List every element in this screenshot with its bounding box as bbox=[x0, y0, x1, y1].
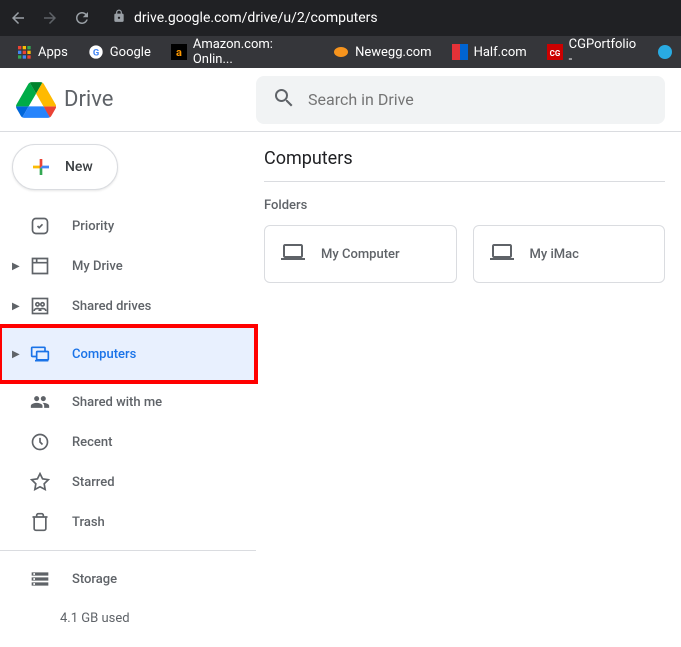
apps-icon bbox=[16, 44, 32, 60]
bookmark-label: Apps bbox=[38, 45, 68, 60]
sidebar-item-label: Recent bbox=[72, 435, 112, 450]
laptop-icon bbox=[490, 240, 514, 268]
search-icon bbox=[272, 86, 296, 114]
svg-text:G: G bbox=[93, 47, 99, 58]
folder-card[interactable]: My iMac bbox=[473, 225, 666, 283]
sidebar-item-label: Priority bbox=[72, 219, 114, 234]
svg-text:a: a bbox=[176, 46, 182, 59]
bookmark-google[interactable]: G Google bbox=[80, 40, 159, 64]
cg-icon: CG bbox=[547, 44, 563, 60]
storage-used-text: 4.1 GB used bbox=[0, 611, 256, 626]
sidebar-item-mydrive[interactable]: ▶ My Drive bbox=[0, 246, 256, 286]
folder-name: My Computer bbox=[321, 247, 400, 262]
svg-text:CG: CG bbox=[549, 49, 560, 58]
section-label: Folders bbox=[264, 198, 665, 213]
back-button[interactable] bbox=[8, 8, 28, 28]
star-icon bbox=[28, 472, 52, 492]
new-button-label: New bbox=[65, 159, 93, 175]
chevron-right-icon[interactable]: ▶ bbox=[12, 349, 24, 360]
browser-toolbar: drive.google.com/drive/u/2/computers bbox=[0, 0, 681, 36]
lock-icon bbox=[112, 9, 126, 27]
bookmark-half[interactable]: Half.com bbox=[444, 40, 535, 64]
bookmark-label: CGPortfolio - bbox=[569, 37, 641, 67]
sidebar-item-label: Starred bbox=[72, 475, 115, 490]
sidebar-item-trash[interactable]: Trash bbox=[0, 502, 256, 542]
content-area: Computers Folders My Computer My iMac bbox=[256, 132, 681, 647]
sidebar: New Priority ▶ My Drive ▶ Shared drives … bbox=[0, 132, 256, 647]
laptop-icon bbox=[281, 240, 305, 268]
sidebar-item-label: Shared with me bbox=[72, 395, 162, 410]
sidebar-item-shared-with-me[interactable]: Shared with me bbox=[0, 382, 256, 422]
plus-icon bbox=[29, 155, 53, 179]
url-bar[interactable]: drive.google.com/drive/u/2/computers bbox=[104, 9, 673, 27]
sidebar-item-storage[interactable]: Storage bbox=[0, 559, 256, 599]
bookmark-amazon[interactable]: a Amazon.com: Onlin... bbox=[163, 33, 321, 71]
sidebar-item-label: Storage bbox=[72, 572, 117, 587]
bookmark-label: Newegg.com bbox=[355, 45, 431, 60]
folder-card[interactable]: My Computer bbox=[264, 225, 457, 283]
google-icon: G bbox=[88, 44, 104, 60]
bookmark-newegg[interactable]: Newegg.com bbox=[325, 40, 439, 64]
divider bbox=[0, 550, 256, 551]
computers-icon bbox=[28, 344, 52, 364]
sidebar-item-recent[interactable]: Recent bbox=[0, 422, 256, 462]
chevron-right-icon[interactable]: ▶ bbox=[12, 261, 24, 272]
shared-icon bbox=[28, 392, 52, 412]
bookmarks-bar: Apps G Google a Amazon.com: Onlin... New… bbox=[0, 36, 681, 68]
half-icon bbox=[452, 44, 468, 60]
sidebar-item-shared-drives[interactable]: ▶ Shared drives bbox=[0, 286, 256, 326]
drive-logo-icon bbox=[16, 80, 56, 120]
forward-button[interactable] bbox=[40, 8, 60, 28]
extension-icon[interactable] bbox=[657, 44, 673, 60]
recent-icon bbox=[28, 432, 52, 452]
priority-icon bbox=[28, 216, 52, 236]
sidebar-item-label: My Drive bbox=[72, 259, 123, 274]
url-text: drive.google.com/drive/u/2/computers bbox=[134, 10, 378, 26]
folder-name: My iMac bbox=[530, 247, 579, 262]
shared-drives-icon bbox=[28, 296, 52, 316]
trash-icon bbox=[28, 512, 52, 532]
storage-icon bbox=[28, 569, 52, 589]
bookmark-label: Google bbox=[110, 45, 151, 60]
bookmark-apps[interactable]: Apps bbox=[8, 40, 76, 64]
sidebar-item-label: Computers bbox=[72, 347, 136, 362]
new-button[interactable]: New bbox=[12, 144, 118, 190]
newegg-icon bbox=[333, 44, 349, 60]
logo-section[interactable]: Drive bbox=[16, 80, 256, 120]
mydrive-icon bbox=[28, 256, 52, 276]
folder-grid: My Computer My iMac bbox=[264, 225, 665, 283]
app-header: Drive bbox=[0, 68, 681, 132]
page-title: Computers bbox=[264, 148, 665, 182]
chevron-right-icon[interactable]: ▶ bbox=[12, 301, 24, 312]
amazon-icon: a bbox=[171, 44, 187, 60]
sidebar-item-label: Trash bbox=[72, 515, 105, 530]
reload-button[interactable] bbox=[72, 8, 92, 28]
bookmark-cgportfolio[interactable]: CG CGPortfolio - bbox=[539, 33, 649, 71]
search-input[interactable] bbox=[308, 90, 649, 109]
bookmark-label: Amazon.com: Onlin... bbox=[193, 37, 313, 67]
search-box[interactable] bbox=[256, 76, 665, 124]
app-name: Drive bbox=[64, 87, 113, 112]
sidebar-item-starred[interactable]: Starred bbox=[0, 462, 256, 502]
sidebar-item-computers[interactable]: ▶ Computers bbox=[0, 326, 256, 382]
sidebar-item-label: Shared drives bbox=[72, 299, 151, 314]
sidebar-item-priority[interactable]: Priority bbox=[0, 206, 256, 246]
bookmark-label: Half.com bbox=[474, 45, 527, 60]
